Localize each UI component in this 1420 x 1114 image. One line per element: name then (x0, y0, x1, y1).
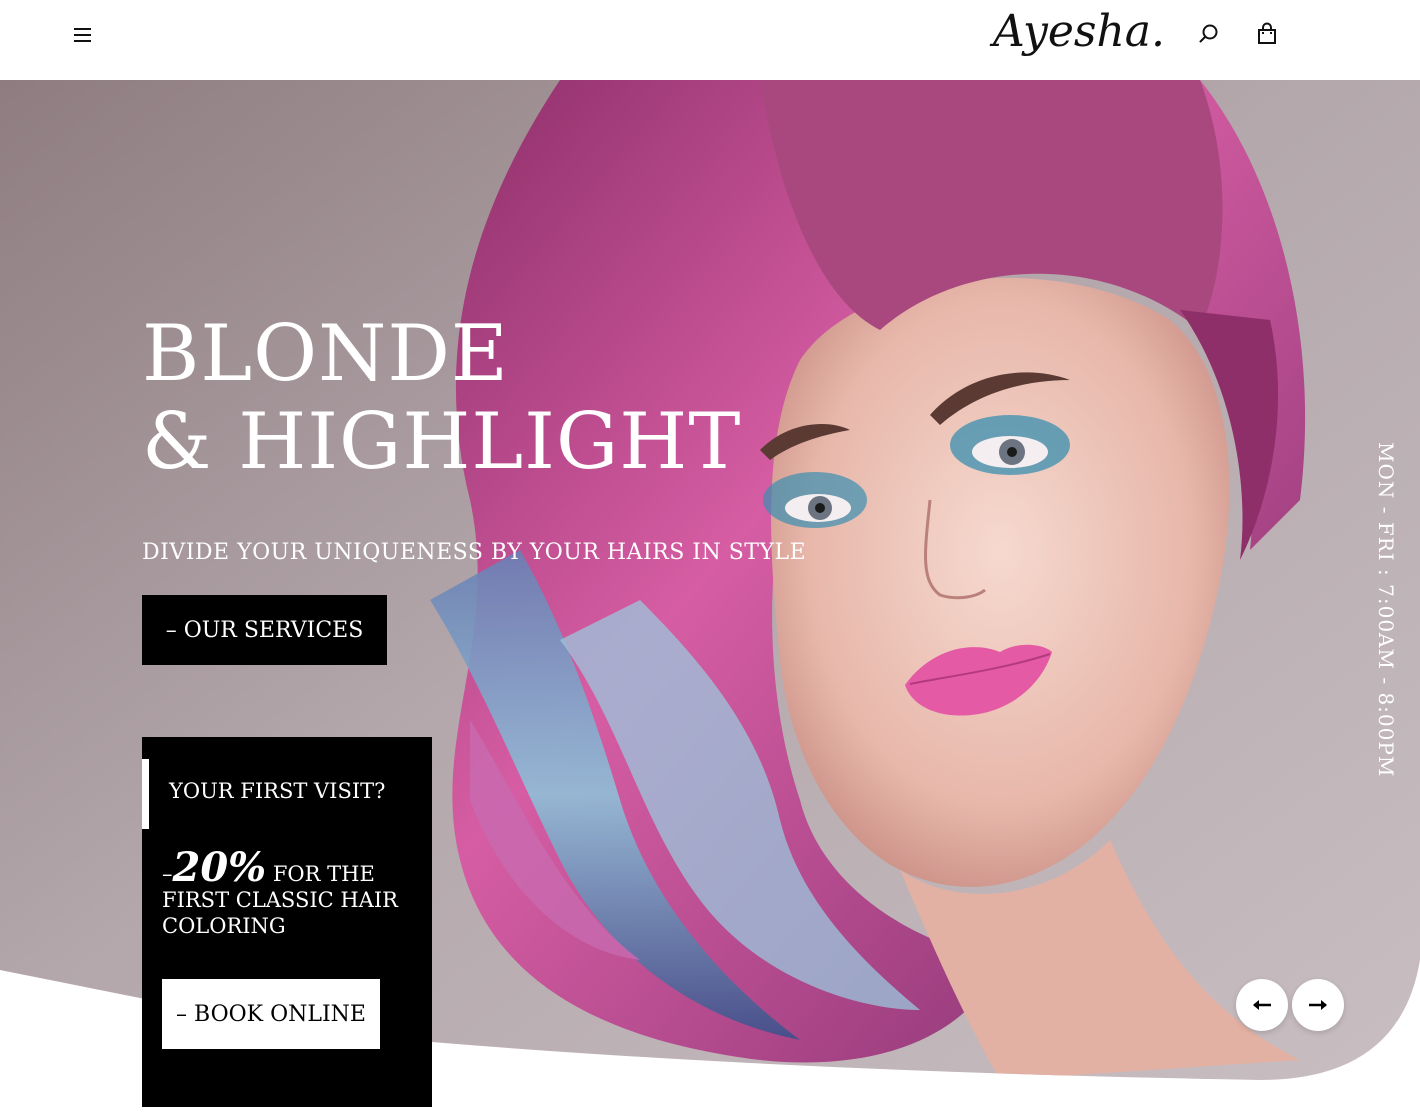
promo-heading: YOUR FIRST VISIT? (169, 779, 386, 803)
promo-accent-bar (142, 759, 149, 829)
arrow-left-icon (1253, 1000, 1271, 1010)
arrow-right-icon (1309, 1000, 1327, 1010)
hamburger-icon[interactable] (72, 26, 94, 44)
our-services-button[interactable]: – OUR SERVICES (142, 595, 387, 665)
site-header: Ayesha. (0, 0, 1420, 80)
promo-offer: –20% FOR THE FIRST CLASSIC HAIR COLORING (162, 848, 412, 939)
book-online-button[interactable]: – BOOK ONLINE (162, 979, 380, 1049)
first-visit-promo: YOUR FIRST VISIT? –20% FOR THE FIRST CLA… (142, 737, 432, 1107)
hero-headline: BLONDE & HIGHLIGHT (142, 310, 741, 486)
slider-prev-button[interactable] (1236, 979, 1288, 1031)
opening-hours-text: MON - FRI : 7:00AM - 8:00PM (1374, 442, 1398, 778)
slider-next-button[interactable] (1292, 979, 1344, 1031)
headline-line-2: & HIGHLIGHT (142, 397, 742, 487)
promo-dash: – (162, 862, 173, 886)
search-icon[interactable] (1195, 20, 1223, 48)
promo-discount: 20% (172, 844, 267, 891)
opening-hours: MON - FRI : 7:00AM - 8:00PM (1368, 442, 1398, 777)
headline-line-1: BLONDE (142, 309, 509, 399)
shopping-bag-icon[interactable] (1253, 20, 1281, 48)
hero-tagline: DIVIDE YOUR UNIQUENESS BY YOUR HAIRS IN … (142, 540, 807, 565)
site-logo[interactable]: Ayesha. (993, 6, 1165, 57)
